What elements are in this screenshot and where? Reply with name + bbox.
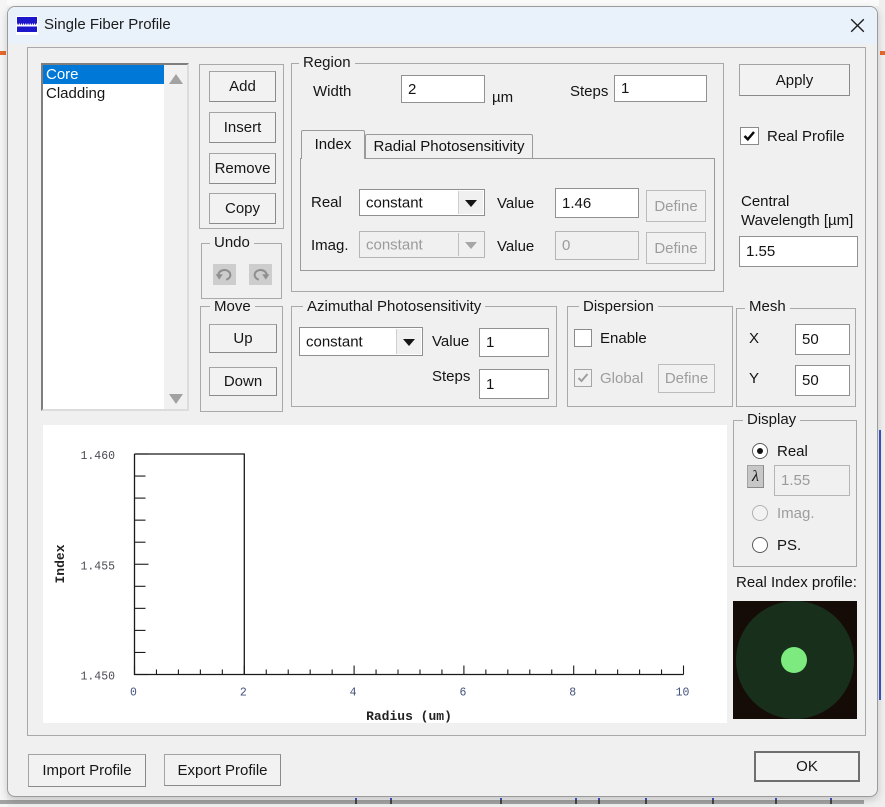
svg-text:8: 8 xyxy=(569,687,576,700)
svg-text:Radius (um): Radius (um) xyxy=(366,709,452,723)
svg-text:1.460: 1.460 xyxy=(80,450,115,463)
svg-text:Index: Index xyxy=(53,544,68,583)
svg-text:0: 0 xyxy=(130,687,137,700)
svg-text:6: 6 xyxy=(459,687,466,700)
svg-text:2: 2 xyxy=(240,687,247,700)
svg-text:1.450: 1.450 xyxy=(80,671,115,684)
svg-text:4: 4 xyxy=(350,687,357,700)
svg-text:1.455: 1.455 xyxy=(80,560,115,573)
svg-text:10: 10 xyxy=(676,687,690,700)
